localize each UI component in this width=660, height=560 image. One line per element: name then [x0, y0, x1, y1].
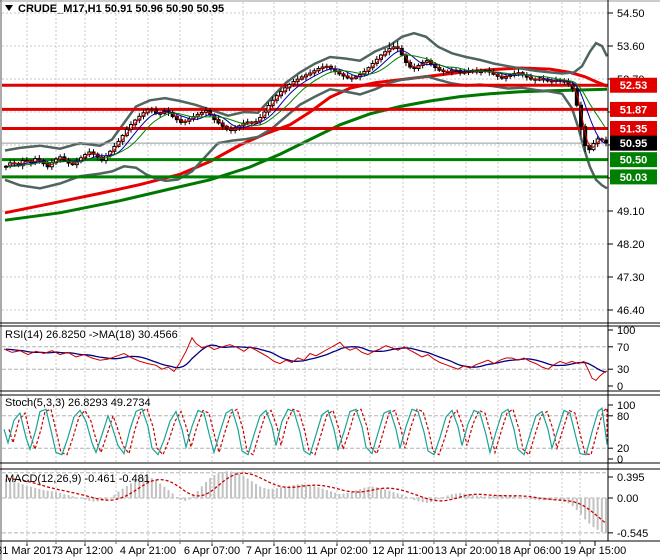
price-level-badge-value: 51.87: [620, 104, 648, 116]
price-tick-label: 47.30: [617, 272, 645, 284]
date-label: 3 Apr 12:00: [57, 545, 113, 557]
indicator-tick-label: -0.545: [617, 528, 648, 540]
date-label: 11 Apr 02:00: [306, 545, 368, 557]
macd-label: MACD(12,26,9) -0.461 -0.481: [5, 473, 150, 485]
date-label: 12 Apr 11:00: [372, 545, 434, 557]
indicator-tick-label: 70: [617, 342, 629, 354]
price-tick-label: 48.20: [617, 239, 645, 251]
price-level-badge-value: 50.95: [620, 138, 648, 150]
indicator-tick-label: 0: [617, 381, 623, 393]
trading-chart-window: 54.5053.6052.7051.8050.9050.0049.1048.20…: [0, 0, 660, 560]
price-level-badge-value: 52.53: [620, 80, 648, 92]
price-tick-label: 46.40: [617, 305, 645, 317]
price-tick-label: 49.10: [617, 206, 645, 218]
indicator-tick-label: 0.00: [617, 493, 638, 505]
date-label: 19 Apr 15:00: [564, 545, 626, 557]
date-label: 13 Apr 20:00: [435, 545, 497, 557]
price-tick-label: 53.60: [617, 41, 645, 53]
chart-title: CRUDE_M17,H1 50.91 50.96 50.90 50.95: [18, 3, 224, 15]
indicator-tick-label: 0.395: [617, 472, 645, 484]
date-label: 31 Mar 2017: [0, 545, 58, 557]
price-level-badge-value: 50.50: [620, 155, 648, 167]
price-tick-label: 54.50: [617, 8, 645, 20]
date-label: 4 Apr 21:00: [120, 545, 176, 557]
date-label: 6 Apr 07:00: [184, 545, 240, 557]
price-level-badge-value: 51.35: [620, 124, 648, 136]
candle-body: [4, 165, 8, 168]
date-label: 7 Apr 16:00: [246, 545, 302, 557]
rsi-label: RSI(14) 26.8250 ->MA(18) 30.4566: [5, 329, 178, 341]
indicator-tick-label: 0: [617, 454, 623, 466]
date-label: 18 Apr 06:00: [499, 545, 561, 557]
indicator-tick-label: 30: [617, 364, 629, 376]
indicator-tick-label: 100: [617, 325, 635, 337]
indicator-tick-label: 80: [617, 411, 629, 423]
stoch-label: Stoch(5,3,3) 26.8293 49.2734: [5, 397, 151, 409]
price-level-badge-value: 50.03: [620, 172, 648, 184]
